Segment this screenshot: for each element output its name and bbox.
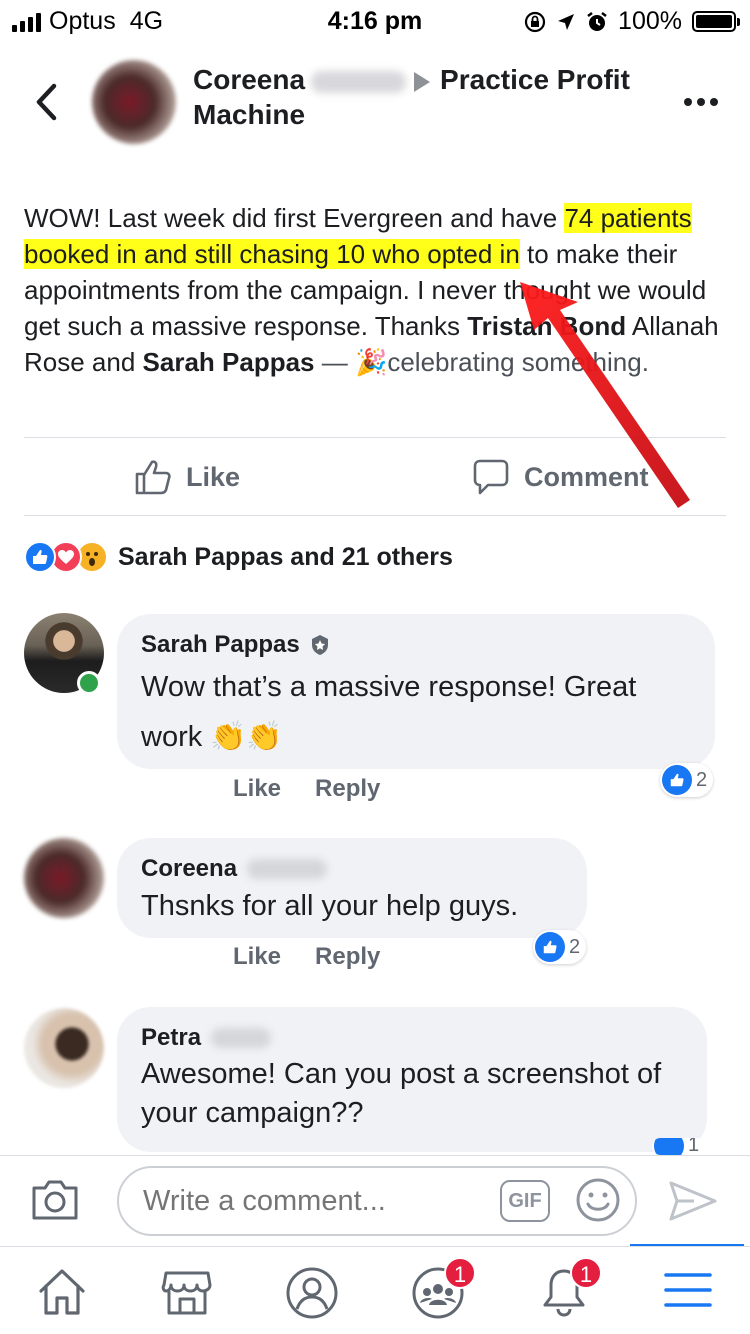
comment-label: Comment — [524, 461, 649, 492]
profile-icon — [286, 1267, 338, 1319]
commenter-name[interactable]: Petra — [141, 1021, 683, 1055]
thumbs-up-icon — [135, 460, 171, 495]
tab-notifications[interactable]: 1 — [534, 1257, 602, 1321]
like-reaction-icon — [24, 541, 56, 573]
comment-reactions[interactable]: 2 — [533, 930, 587, 964]
divider — [24, 515, 726, 516]
comment-reactions[interactable]: 1 — [652, 1138, 706, 1155]
comment-button[interactable]: Comment — [472, 458, 649, 496]
online-status-indicator — [77, 671, 101, 695]
notifications-badge: 1 — [570, 1257, 602, 1289]
comment-like-button[interactable]: Like — [233, 775, 281, 803]
comment-reply-button[interactable]: Reply — [315, 775, 380, 803]
post-title: Coreena Practice Profit Machine — [193, 62, 663, 132]
emoji-icon[interactable] — [574, 1176, 622, 1224]
back-icon[interactable] — [30, 80, 64, 124]
post-text-start: WOW! Last week did first Evergreen and h… — [24, 203, 565, 233]
comment-bubble[interactable]: Coreena Thsnks for all your help guys. — [117, 838, 587, 938]
comment-reply-button[interactable]: Reply — [315, 943, 380, 971]
blurred-name — [211, 1028, 272, 1048]
comment-text: Wow that’s a massive response! Great wor… — [141, 671, 637, 753]
like-button[interactable]: Like — [134, 458, 240, 496]
blurred-name — [247, 859, 328, 879]
reaction-count: 2 — [569, 935, 581, 958]
comment-actions: Like Reply — [233, 775, 380, 803]
reaction-count: 1 — [688, 1138, 700, 1155]
comment-reactions[interactable]: 2 — [660, 763, 714, 797]
comment-bubble[interactable]: Petra Awesome! Can you post a screenshot… — [117, 1007, 707, 1152]
reactions-summary-text: Sarah Pappas and 21 others — [118, 542, 453, 571]
comment-composer: GIF — [0, 1155, 750, 1245]
tagged-user[interactable]: Tristan Bond — [467, 311, 626, 341]
commenter-avatar[interactable] — [24, 1008, 104, 1088]
tab-menu[interactable] — [658, 1265, 718, 1321]
comment-text: Thsnks for all your help guys. — [141, 890, 519, 922]
commenter-name-text[interactable]: Sarah Pappas — [141, 628, 300, 662]
bottom-tab-bar: 1 1 — [0, 1246, 750, 1334]
gif-button[interactable]: GIF — [500, 1180, 550, 1222]
comment-like-button[interactable]: Like — [233, 943, 281, 971]
commenter-name[interactable]: Coreena — [141, 852, 563, 886]
menu-icon — [664, 1273, 712, 1307]
commenter-name[interactable]: Sarah Pappas — [141, 628, 691, 662]
home-icon — [39, 1269, 85, 1315]
tab-marketplace[interactable] — [157, 1265, 217, 1321]
post-body: WOW! Last week did first Evergreen and h… — [24, 200, 729, 380]
post-actions: Like Comment — [0, 438, 750, 516]
comment-bubble[interactable]: Sarah Pappas Wow that’s a massive respon… — [117, 614, 715, 769]
comment-text: Awesome! Can you post a screenshot of yo… — [141, 1058, 662, 1129]
tagged-user[interactable]: Sarah Pappas — [143, 347, 315, 377]
comment-input[interactable] — [117, 1166, 637, 1236]
comment-actions: Like Reply — [233, 943, 380, 971]
commenter-name-text[interactable]: Coreena — [141, 852, 237, 886]
battery-icon — [692, 11, 740, 32]
alarm-icon — [587, 11, 607, 31]
status-bar: Optus 4G 4:16 pm 100% — [0, 0, 750, 40]
arrow-right-icon — [414, 71, 431, 92]
like-reaction-icon — [535, 932, 565, 962]
reactions-summary[interactable]: Sarah Pappas and 21 others — [24, 537, 453, 577]
status-right: 100% — [524, 7, 740, 36]
rotation-lock-icon — [524, 11, 546, 32]
post-feeling: — 🎉celebrating something. — [314, 347, 649, 377]
like-label: Like — [186, 461, 241, 492]
commenter-name-text[interactable]: Petra — [141, 1021, 201, 1055]
commenter-avatar[interactable] — [24, 838, 104, 918]
blurred-name — [311, 70, 407, 93]
marketplace-icon — [161, 1271, 212, 1315]
reaction-count: 2 — [696, 768, 708, 791]
author-avatar[interactable] — [92, 60, 176, 144]
like-reaction-icon — [662, 765, 692, 795]
more-options-icon[interactable] — [684, 98, 718, 106]
author-name[interactable]: Coreena — [193, 64, 305, 95]
tab-groups[interactable]: 1 — [408, 1257, 476, 1321]
groups-badge: 1 — [444, 1257, 476, 1289]
camera-icon[interactable] — [30, 1178, 80, 1222]
battery-percent: 100% — [618, 7, 682, 35]
comment-icon — [473, 459, 509, 495]
like-reaction-icon — [654, 1138, 684, 1155]
tab-home[interactable] — [32, 1265, 92, 1321]
send-icon[interactable] — [668, 1180, 718, 1222]
tab-profile[interactable] — [282, 1265, 342, 1321]
post-header: Coreena Practice Profit Machine — [0, 48, 750, 158]
admin-badge-icon — [311, 635, 328, 655]
location-icon — [558, 13, 575, 30]
